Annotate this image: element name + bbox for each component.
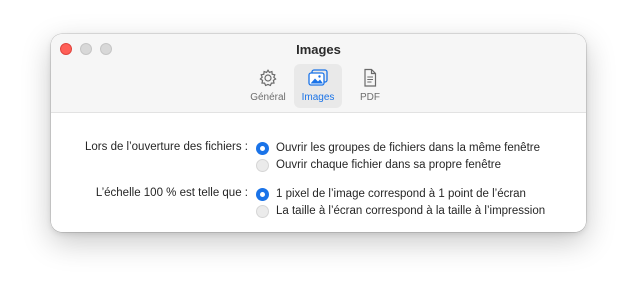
radio-option-same-window[interactable]: Ouvrir les groupes de fichiers dans la m… [256,141,540,155]
photos-icon [308,69,328,86]
opening-setting-label: Lors de l’ouverture des fichiers : [85,141,248,153]
tab-pdf[interactable]: PDF [348,64,392,108]
radio-button-selected[interactable] [256,141,269,155]
option-label: Ouvrir chaque fichier dans sa propre fen… [276,159,502,171]
tab-general[interactable]: Général [246,64,290,108]
radio-button[interactable] [256,204,269,218]
radio-button-selected[interactable] [256,187,269,201]
option-label: Ouvrir les groupes de fichiers dans la m… [276,142,540,154]
radio-option-own-window[interactable]: Ouvrir chaque fichier dans sa propre fen… [256,158,501,172]
preferences-toolbar: Général Images PDF [51,64,586,108]
tab-images[interactable]: Images [294,64,342,108]
option-label: 1 pixel de l’image correspond à 1 point … [276,188,526,200]
radio-option-pixel-to-point[interactable]: 1 pixel de l’image correspond à 1 point … [256,187,526,201]
title-bar: Images Général Images PDF [51,34,586,113]
desktop-background: Images Général Images PDF Lors de l’ouve… [0,0,637,300]
radio-button[interactable] [256,158,269,172]
window-title: Images [296,42,341,57]
tab-pdf-label: PDF [360,92,380,103]
gear-icon [259,69,277,87]
images-settings-panel: Lors de l’ouverture des fichiers : Ouvri… [51,113,586,232]
tab-images-label: Images [301,92,335,103]
option-label: La taille à l’écran correspond à la tail… [276,205,546,217]
radio-option-print-size[interactable]: La taille à l’écran correspond à la tail… [256,204,545,218]
tab-general-label: Général [250,92,286,103]
preferences-window: Images Général Images PDF Lors de l’ouve… [51,34,586,232]
scale-setting-label: L’échelle 100 % est telle que : [95,187,248,199]
document-icon [364,68,377,87]
